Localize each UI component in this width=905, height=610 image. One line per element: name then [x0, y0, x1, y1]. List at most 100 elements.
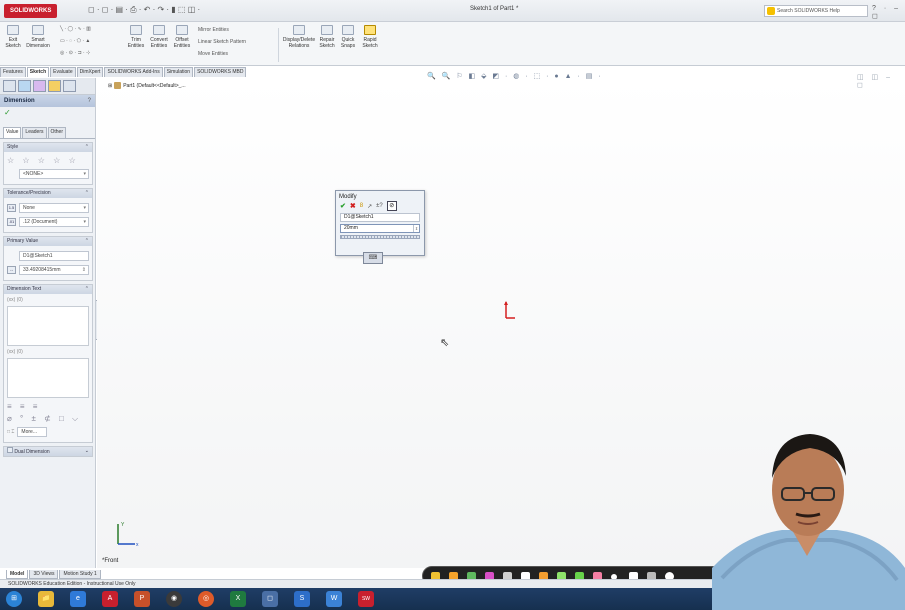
collapse-icon[interactable]: ⌃ — [85, 189, 89, 198]
spin-icon[interactable]: ⇕ — [82, 266, 86, 274]
subtab-other[interactable]: Other — [47, 127, 67, 138]
dimension-name-field[interactable]: D1@Sketch1 — [19, 251, 89, 261]
collapse-icon[interactable]: ⌃ — [85, 237, 89, 246]
taskbar-acrobat[interactable]: A — [102, 591, 118, 607]
tab-addins[interactable]: SOLIDWORKS Add-Ins — [104, 67, 163, 77]
primary-value-header[interactable]: Primary Value ⌃ — [4, 237, 92, 246]
convert-label: Convert Entities — [150, 37, 168, 49]
thumbwheel[interactable] — [340, 235, 420, 239]
viewport-controls[interactable]: ◫ ◫ – ◻ — [857, 73, 905, 89]
tab-features[interactable]: Features — [0, 67, 26, 77]
more-symbols-button[interactable]: More... — [17, 427, 48, 437]
style-group: Style ⌃ ☆ ☆ ☆ ☆ ☆ <NONE> ▾ — [3, 142, 93, 185]
symbol-icons[interactable]: ⌀ ° ± ⊄ □ ⌵ — [7, 413, 89, 425]
tab-mbd[interactable]: SOLIDWORKS MBD — [194, 67, 247, 77]
exit-sketch-button[interactable]: Exit Sketch — [4, 25, 22, 49]
style-header-label: Style — [7, 144, 19, 150]
style-select[interactable]: <NONE> ▾ — [19, 169, 89, 179]
subtab-leaders[interactable]: Leaders — [22, 127, 47, 138]
quick-access-toolbar[interactable]: ◻ · ◻ · ▤ · ⎙ · ↶ · ↷ · ▮ ⬚ ◫ · — [88, 5, 200, 15]
mirror-entities-button[interactable]: Mirror Entities — [198, 27, 229, 33]
tab-3d-views[interactable]: 3D Views — [29, 570, 59, 579]
move-entities-button[interactable]: Move Entities — [198, 51, 228, 57]
start-button[interactable]: ⊞ — [6, 591, 22, 607]
ok-icon[interactable]: ✔ — [340, 202, 346, 210]
display-delete-relations-button[interactable]: Display/Delete Relations — [282, 25, 316, 49]
selection-icon[interactable]: ⊘ — [386, 201, 397, 211]
repair-sketch-button[interactable]: Repair Sketch — [318, 25, 336, 49]
tab-model[interactable]: Model — [6, 570, 29, 579]
dimension-value-input[interactable]: 20mm ⇕ — [340, 224, 420, 233]
offset-entities-button[interactable]: Offset Entities — [172, 25, 192, 49]
precision-select[interactable]: .12 (Document) ▾ — [19, 217, 89, 227]
taskbar-chrome[interactable]: ◎ — [198, 591, 214, 607]
dimension-text-area-bottom[interactable] — [7, 358, 89, 398]
taskbar-solidworks[interactable]: SW — [358, 591, 374, 607]
tolerance-header-label: Tolerance/Precision — [7, 190, 51, 196]
property-manager-icon[interactable] — [18, 80, 31, 92]
justify-icons[interactable]: ≡ ≡ ≡ — [7, 401, 89, 413]
tab-evaluate[interactable]: Evaluate — [50, 67, 76, 77]
appearance-manager-icon[interactable] — [48, 80, 61, 92]
text-insert-icons-2[interactable]: (xx) (0) — [7, 349, 89, 355]
tab-sketch[interactable]: Sketch — [26, 67, 50, 77]
slot-tools[interactable]: ◎ · ⊙ · ⊐ · ⊹ — [60, 50, 90, 56]
relations-label: Display/Delete Relations — [282, 37, 316, 49]
reference-triad-icon[interactable]: Y x — [113, 518, 143, 550]
tab-motion-study[interactable]: Motion Study 1 — [59, 570, 101, 579]
heads-up-toolbar[interactable]: 🔍 🔍 ⚐ ◧ ⬙ ◩ · ◍ · ⬚ · ● ▲ · ▤ · — [427, 72, 603, 80]
text-insert-icons[interactable]: (xx) (0) — [7, 297, 89, 303]
expand-icon[interactable]: ⌄ — [85, 447, 89, 456]
taskbar-ie[interactable]: e — [70, 591, 86, 607]
window-controls[interactable]: ? · – ◻ — [872, 5, 905, 20]
reverse-direction-icon[interactable]: ↗ — [367, 203, 372, 210]
tab-simulation[interactable]: Simulation — [163, 67, 194, 77]
collapse-icon[interactable]: ⌃ — [85, 143, 89, 152]
smart-dimension-icon — [32, 25, 44, 35]
taskbar-word[interactable]: W — [326, 591, 342, 607]
tolerance-header[interactable]: Tolerance/Precision ⌃ — [4, 189, 92, 198]
dimension-name-field[interactable]: D1@Sketch1 — [340, 213, 420, 222]
taskbar-skype[interactable]: S — [294, 591, 310, 607]
feature-tree-flyout[interactable]: ⊞ Part1 (Default<<Default>_... — [108, 82, 186, 89]
dimension-value-field[interactable]: 33.49208415mm ⇕ — [19, 265, 89, 275]
rectangle-tools[interactable]: ▭ · ◌ · ⬠ · ▲ — [60, 38, 90, 44]
help-search-input[interactable]: Search SOLIDWORKS Help — [764, 5, 868, 17]
taskbar-media[interactable]: ◉ — [166, 591, 182, 607]
tab-dimxpert[interactable]: DimXpert — [76, 67, 104, 77]
display-manager-icon[interactable] — [63, 80, 76, 92]
feature-manager-icon[interactable] — [3, 80, 16, 92]
style-header[interactable]: Style ⌃ — [4, 143, 92, 152]
taskbar-app[interactable]: ◻ — [262, 591, 278, 607]
rebuild-icon[interactable]: 8 — [360, 203, 363, 209]
spin-icon[interactable]: ⇕ — [413, 225, 419, 232]
rapid-sketch-icon — [364, 25, 376, 35]
taskbar-excel[interactable]: X — [230, 591, 246, 607]
cancel-icon[interactable]: ✖ — [350, 202, 356, 210]
dimension-text-area-top[interactable] — [7, 306, 89, 346]
dimension-text-header[interactable]: Dimension Text ⌃ — [4, 285, 92, 294]
dual-dimension-checkbox[interactable] — [7, 447, 13, 453]
subtab-value[interactable]: Value — [3, 127, 22, 138]
dual-dimension-header[interactable]: Dual Dimension ⌄ — [4, 447, 92, 456]
config-manager-icon[interactable] — [33, 80, 46, 92]
quick-snaps-button[interactable]: Quick Snaps — [340, 25, 356, 49]
keyboard-icon[interactable]: ⌨ — [363, 252, 383, 264]
expand-tree-icon[interactable]: ⊞ — [108, 83, 112, 89]
collapse-icon[interactable]: ⌃ — [85, 285, 89, 294]
convert-entities-button[interactable]: Convert Entities — [148, 25, 170, 49]
taskbar-explorer[interactable]: 📁 — [38, 591, 54, 607]
solidworks-logo[interactable]: SOLIDWORKS — [4, 4, 58, 18]
help-icon[interactable]: ? — [88, 95, 91, 107]
mark-for-drawing-icon[interactable]: ±? — [376, 203, 383, 209]
smart-dimension-button[interactable]: Smart Dimension — [25, 25, 51, 49]
line-tools[interactable]: ╲ · ◯ · ∿ · ▥ — [60, 26, 91, 32]
ok-check-icon[interactable]: ✓ — [0, 107, 95, 119]
style-icons[interactable]: ☆ ☆ ☆ ☆ ☆ — [7, 155, 89, 167]
tolerance-type-select[interactable]: None ▾ — [19, 203, 89, 213]
sketch-origin-icon[interactable] — [503, 300, 517, 322]
linear-pattern-button[interactable]: Linear Sketch Pattern — [198, 39, 246, 45]
taskbar-powerpoint[interactable]: P — [134, 591, 150, 607]
trim-entities-button[interactable]: Trim Entities — [126, 25, 146, 49]
rapid-sketch-button[interactable]: Rapid Sketch — [360, 25, 380, 49]
